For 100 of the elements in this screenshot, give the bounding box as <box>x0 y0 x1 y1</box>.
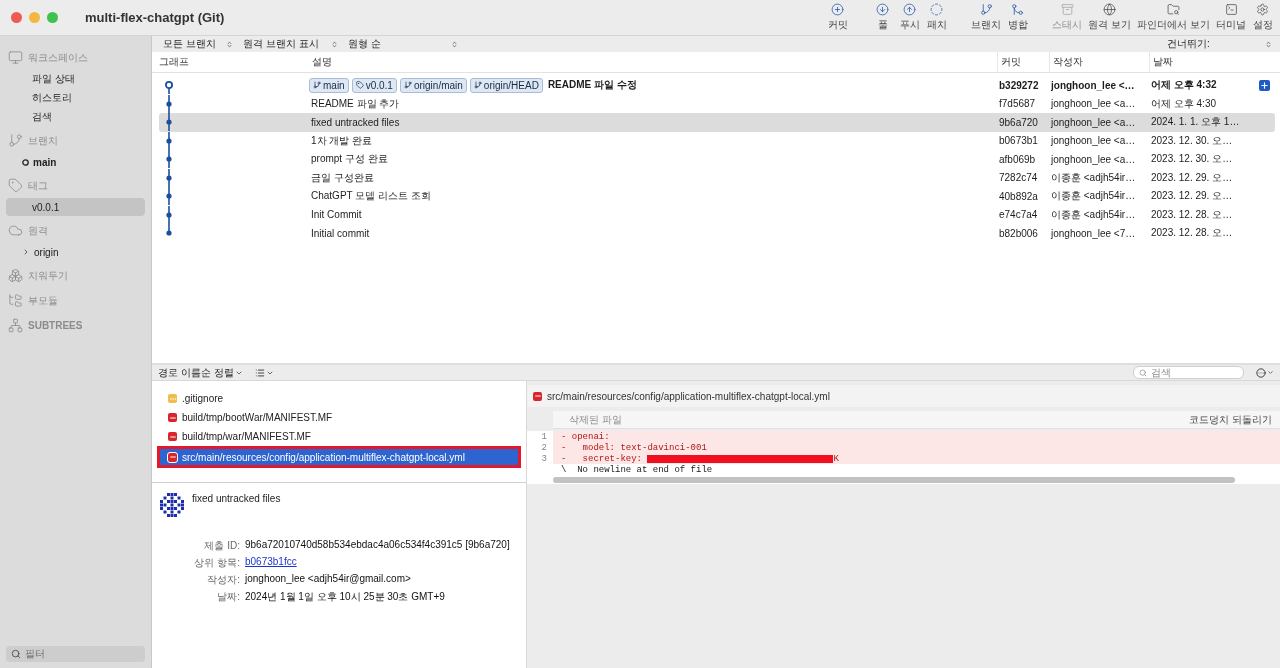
toolbar-button[interactable]: 푸시 <box>896 3 924 32</box>
column-header[interactable]: 작성자 <box>1049 52 1149 72</box>
commit-row[interactable]: 1차 개발 완료 b0673b1 jonghoon_lee <a… 2023. 12. 30. 오… <box>159 131 1275 150</box>
code-text: \ No newline at end of file <box>561 464 713 475</box>
toolbar-button[interactable]: 브랜치 <box>968 3 1005 32</box>
column-header[interactable]: 설명 <box>309 52 997 72</box>
tree-icon <box>8 318 23 333</box>
folders-icon <box>8 293 23 308</box>
tag-icon <box>355 81 364 90</box>
jump-to-dropdown[interactable]: 건너뛰기: <box>1167 37 1272 51</box>
settings-icon <box>1256 3 1269 16</box>
parent-commit-link[interactable]: b0673b1fcc <box>245 556 297 570</box>
merge-icon <box>1011 3 1025 16</box>
file-item[interactable]: src/main/resources/config/application-multiflex-chatgpt-local.yml <box>157 446 521 468</box>
filter-dropdown[interactable]: 원형 순 <box>348 37 458 51</box>
archive-icon <box>1060 3 1074 16</box>
section-title: SUBTREES <box>28 320 83 331</box>
sidebar-item-label: 검색 <box>32 110 52 124</box>
options-icon <box>1256 367 1266 378</box>
search-icon <box>11 649 21 659</box>
untracked-icon <box>168 394 177 403</box>
toolbar-button[interactable]: 원격 보기 <box>1085 3 1135 32</box>
commit-row[interactable]: main v0.0.1 origin/main origin/HEAD README 파일 수정 b329272 jonghoon_lee <… 어제 오후 4:32 <box>159 76 1275 95</box>
section-title: 치워두기 <box>28 268 68 283</box>
column-header[interactable]: 커밋 <box>997 52 1049 72</box>
sidebar-item[interactable]: v0.0.1 <box>6 198 145 216</box>
commit-date: 어제 오후 4:30 <box>1150 96 1218 111</box>
toolbar-button[interactable]: 커밋 <box>824 3 852 32</box>
up-arrow-circle-icon <box>903 3 917 16</box>
sidebar-item[interactable]: main <box>6 153 145 171</box>
code-text: - secret-key: <box>561 453 643 464</box>
commit-message: ChatGPT 모델 리스트 조회 <box>310 189 431 204</box>
branch-icon <box>403 81 412 90</box>
folder-icon <box>1167 3 1181 16</box>
section-title: 브랜치 <box>28 133 58 148</box>
filter-dropdown[interactable]: 원격 브랜치 표시 <box>243 37 338 51</box>
commit-hash: b0673b1 <box>998 135 1039 147</box>
sidebar-item-label: 히스토리 <box>32 91 72 105</box>
toolbar-button[interactable]: 병합 <box>1004 3 1032 32</box>
revert-hunk-button[interactable]: 코드덩치 되돌리기 <box>1189 412 1272 427</box>
commit-message: Initial commit <box>310 227 370 239</box>
search-field[interactable]: 검색 <box>1133 366 1244 379</box>
section-title: 워크스페이스 <box>28 50 88 65</box>
ref-name: origin/HEAD <box>483 79 539 91</box>
toolbar-button[interactable]: 파인더에서 보기 <box>1134 3 1213 32</box>
sidebar-item[interactable]: 히스토리 <box>6 89 145 107</box>
commit-row[interactable]: prompt 구성 완료 afb069b jonghoon_lee <a… 2023. 12. 30. 오… <box>159 150 1275 169</box>
zoom-button[interactable] <box>47 12 58 23</box>
view-mode-dropdown[interactable] <box>254 367 274 378</box>
commit-author: jonghoon_lee <a… <box>1049 153 1137 165</box>
commit-message: README 파일 수정 <box>546 78 637 93</box>
commit-hash: 40b892a <box>998 190 1039 202</box>
column-header[interactable]: 날짜 <box>1149 52 1253 72</box>
branch-icon <box>8 133 23 148</box>
toolbar-button[interactable]: 터미널 <box>1213 3 1249 32</box>
avatar-icon <box>160 493 184 517</box>
commit-message: README 파일 추가 <box>310 96 400 111</box>
chevron-icon[interactable] <box>22 248 30 256</box>
sidebar-item[interactable]: 파일 상태 <box>6 70 145 88</box>
commit-message: Init Commit <box>310 209 362 221</box>
sidebar-item[interactable]: origin <box>6 243 145 261</box>
sidebar-item[interactable]: 검색 <box>6 108 145 126</box>
commit-row[interactable]: Initial commit b82b006 jonghoon_lee <7… 2023. 12. 28. 오… <box>159 224 1275 243</box>
commit-row[interactable]: Init Commit e74c7a4 이종훈 <adjh54ir… 2023. 12. 28. 오… <box>159 205 1275 224</box>
file-path: build/tmp/war/MANIFEST.MF <box>182 431 311 442</box>
field-value: jonghoon_lee <adjh54ir@gmail.com> <box>245 573 412 586</box>
removed-icon <box>168 432 177 441</box>
file-item[interactable]: build/tmp/bootWar/MANIFEST.MF <box>157 408 521 427</box>
updown-icon <box>1265 40 1272 48</box>
section-title: 태그 <box>28 178 48 193</box>
search-icon <box>1139 368 1147 377</box>
close-button[interactable] <box>11 12 22 23</box>
chevron-icon <box>1267 369 1274 376</box>
toolbar-button[interactable]: 설정 <box>1249 3 1276 32</box>
filter-dropdown[interactable]: 모든 브랜치 <box>163 37 233 51</box>
removed-icon <box>168 413 177 422</box>
file-item[interactable]: .gitignore <box>157 389 521 408</box>
commit-author: 이종훈 <adjh54ir… <box>1050 170 1137 185</box>
window-title: multi-flex-chatgpt (Git) <box>85 10 225 25</box>
file-item[interactable]: build/tmp/war/MANIFEST.MF <box>157 427 521 446</box>
commit-row[interactable]: 금일 구성완료 7282c74 이종훈 <adjh54ir… 2023. 12. 29. 오… <box>159 168 1275 187</box>
options-dropdown[interactable] <box>1256 367 1274 378</box>
scrollbar-thumb[interactable] <box>553 477 1235 483</box>
commit-row[interactable]: fixed untracked files 9b6a720 jonghoon_lee <a… 2024. 1. 1. 오후 1… <box>159 113 1275 132</box>
commit-row[interactable]: ChatGPT 모델 리스트 조회 40b892a 이종훈 <adjh54ir… 2023. 12. 29. 오… <box>159 187 1275 206</box>
toolbar-button[interactable]: 풀 <box>869 3 897 32</box>
minimize-button[interactable] <box>29 12 40 23</box>
field-label: 제출 ID: <box>203 539 240 553</box>
column-header[interactable]: 그래프 <box>159 52 309 72</box>
add-button[interactable] <box>1259 79 1270 91</box>
removed-icon <box>168 452 177 462</box>
commit-message: 금일 구성완료 <box>310 170 374 185</box>
field-label: 상위 항목: <box>193 556 240 570</box>
ref-name: v0.0.1 <box>365 79 393 91</box>
toolbar-button[interactable]: 패치 <box>923 3 951 32</box>
list-icon <box>254 367 265 378</box>
updown-icon <box>451 40 458 48</box>
commit-row[interactable]: README 파일 추가 f7d5687 jonghoon_lee <a… 어제 오후 4:30 <box>159 94 1275 113</box>
commit-hash: e74c7a4 <box>998 209 1039 221</box>
commit-author: jonghoon_lee <7… <box>1049 227 1137 239</box>
